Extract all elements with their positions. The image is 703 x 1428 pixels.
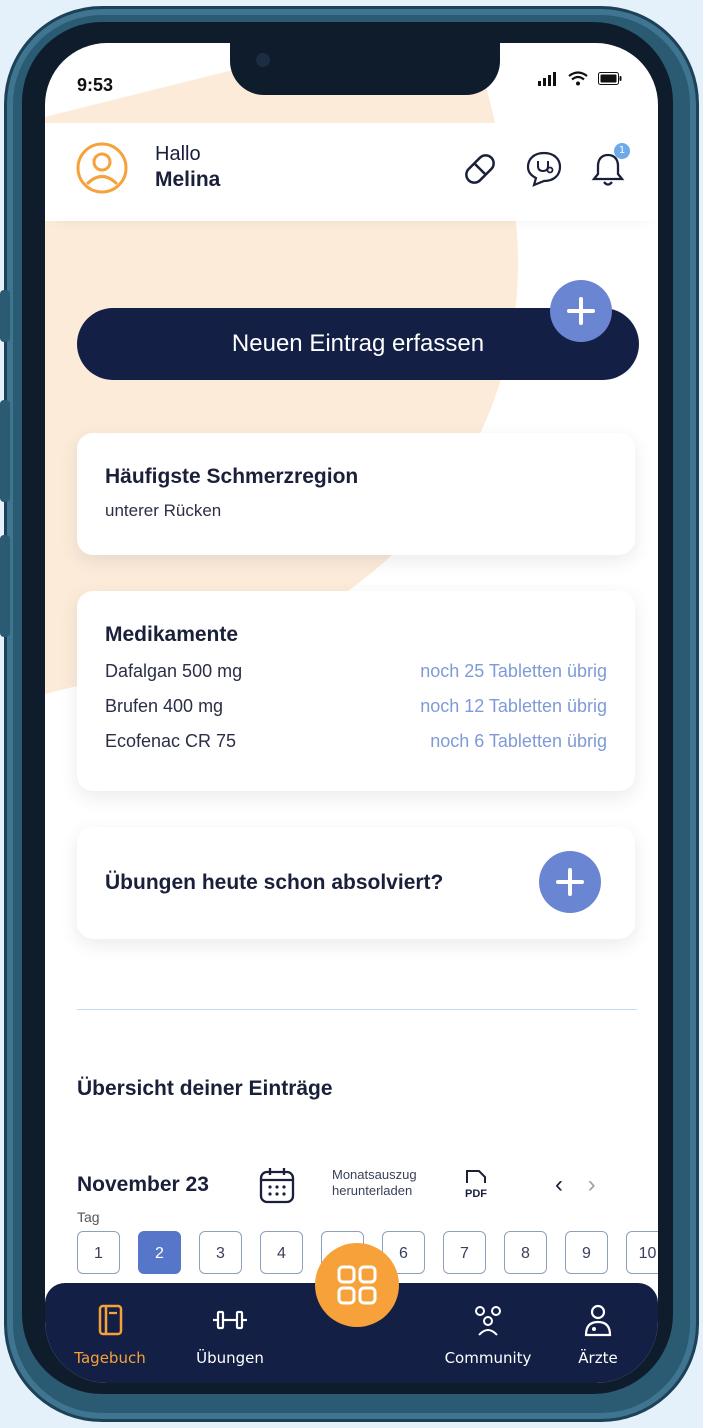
- pain-region-card[interactable]: Häufigste Schmerzregion unterer Rücken: [77, 433, 635, 555]
- header-actions: 1: [458, 143, 630, 191]
- medication-row: Brufen 400 mg noch 12 Tabletten übrig: [105, 696, 607, 717]
- document-icon: [466, 1170, 486, 1183]
- volume-down-button: [0, 535, 10, 637]
- medication-remaining: noch 25 Tabletten übrig: [420, 661, 607, 681]
- stethoscope-chat-icon: [526, 151, 562, 187]
- notch: [230, 43, 500, 95]
- exercise-question: Übungen heute schon absolviert?: [105, 871, 444, 894]
- avatar-icon[interactable]: [75, 141, 129, 195]
- wifi-icon: [568, 71, 588, 86]
- app-header: Hallo Melina 1: [45, 123, 658, 221]
- greeting-hello: Hallo: [155, 143, 201, 165]
- medication-name: Dafalgan 500 mg: [105, 661, 243, 681]
- screen: 9:53 Hallo Melina 1 Neuen Eintrag erfass…: [45, 43, 658, 1383]
- pain-region-title: Häufigste Schmerzregion: [105, 465, 359, 488]
- tab-uebungen[interactable]: Übungen: [175, 1303, 285, 1367]
- medication-button[interactable]: [458, 147, 502, 191]
- day-chip[interactable]: 3: [199, 1231, 242, 1274]
- tab-tagebuch[interactable]: Tagebuch: [55, 1303, 165, 1367]
- pdf-download-line1: Monatsauszug: [332, 1167, 417, 1182]
- pdf-icon[interactable]: PDF: [465, 1169, 495, 1200]
- day-chip[interactable]: 10: [626, 1231, 658, 1274]
- next-month-button[interactable]: ›: [588, 1171, 596, 1198]
- notifications-button[interactable]: 1: [586, 143, 630, 191]
- medication-remaining: noch 6 Tabletten übrig: [430, 731, 607, 751]
- pill-icon: [465, 154, 495, 184]
- day-chip[interactable]: 4: [260, 1231, 303, 1274]
- user-name: Melina: [155, 168, 221, 191]
- tab-aerzte[interactable]: Ärzte: [553, 1303, 643, 1367]
- main-content: Neuen Eintrag erfassen Häufigste Schmerz…: [45, 43, 658, 1383]
- medication-name: Brufen 400 mg: [105, 696, 224, 716]
- pdf-download-link[interactable]: Monatsauszug herunterladen: [332, 1167, 417, 1199]
- prev-month-button[interactable]: ‹: [555, 1171, 563, 1198]
- side-button: [0, 290, 10, 342]
- day-chip[interactable]: 7: [443, 1231, 486, 1274]
- greeting: Hallo Melina: [155, 143, 220, 192]
- month-nav: ‹ ›: [555, 1171, 614, 1199]
- tab-label: Übungen: [196, 1349, 264, 1367]
- medication-remaining: noch 12 Tabletten übrig: [420, 696, 607, 716]
- tab-label: Ärzte: [578, 1349, 618, 1367]
- day-chip-selected[interactable]: 2: [138, 1231, 181, 1274]
- day-chip[interactable]: 9: [565, 1231, 608, 1274]
- day-chip[interactable]: 1: [77, 1231, 120, 1274]
- pdf-label: PDF: [465, 1188, 487, 1200]
- status-icons: [538, 71, 622, 86]
- month-toolbar: November 23 Monatsauszug herunterladen P…: [77, 1165, 627, 1215]
- day-label: Tag: [77, 1209, 100, 1225]
- medications-card[interactable]: Medikamente Dafalgan 500 mg noch 25 Tabl…: [77, 591, 635, 791]
- tab-label: Tagebuch: [74, 1349, 146, 1367]
- exercise-card[interactable]: Übungen heute schon absolviert?: [77, 827, 635, 939]
- section-divider: [77, 1009, 637, 1010]
- pain-region-value: unterer Rücken: [105, 501, 222, 520]
- plus-icon: [567, 297, 595, 325]
- camera: [256, 53, 270, 67]
- medication-row: Dafalgan 500 mg noch 25 Tabletten übrig: [105, 661, 607, 682]
- plus-icon: [556, 868, 584, 896]
- notebook-icon: [98, 1304, 123, 1336]
- day-chip[interactable]: 8: [504, 1231, 547, 1274]
- medications-title: Medikamente: [105, 623, 239, 646]
- tab-label: Community: [444, 1349, 532, 1367]
- battery-icon: [598, 72, 622, 85]
- dashboard-fab[interactable]: [315, 1243, 399, 1327]
- doctor-chat-button[interactable]: [522, 147, 566, 191]
- medication-row: Ecofenac CR 75 noch 6 Tabletten übrig: [105, 731, 607, 752]
- tab-community[interactable]: Community: [433, 1303, 543, 1367]
- new-entry-plus-button[interactable]: [550, 280, 612, 342]
- grid-icon: [337, 1265, 377, 1305]
- current-month: November 23: [77, 1173, 209, 1196]
- calendar-icon[interactable]: [257, 1165, 297, 1205]
- status-time: 9:53: [77, 75, 114, 95]
- notification-badge: 1: [614, 143, 630, 159]
- overview-title: Übersicht deiner Einträge: [77, 1077, 333, 1100]
- community-icon: [475, 1306, 501, 1336]
- pdf-download-line2: herunterladen: [332, 1183, 413, 1198]
- doctor-icon: [584, 1304, 612, 1337]
- dumbbell-icon: [213, 1310, 247, 1330]
- signal-icon: [538, 71, 556, 86]
- exercise-add-button[interactable]: [539, 851, 601, 913]
- volume-up-button: [0, 400, 10, 502]
- medication-name: Ecofenac CR 75: [105, 731, 237, 751]
